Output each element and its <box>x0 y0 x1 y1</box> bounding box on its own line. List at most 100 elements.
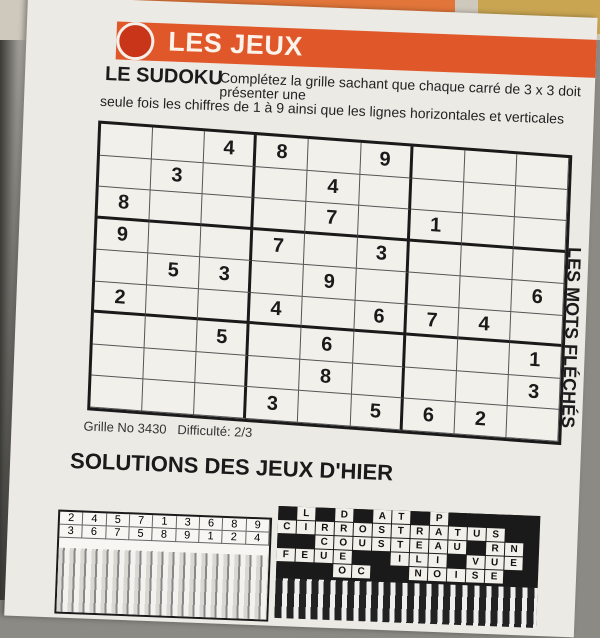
sudoku-cell: 6 <box>353 300 408 336</box>
sudoku-cell <box>513 217 567 253</box>
sudoku-cell <box>301 296 356 332</box>
sudoku-cell: 9 <box>96 218 150 254</box>
solution-crossword-cell: P <box>429 511 449 526</box>
sudoku-cell <box>411 146 466 182</box>
sudoku-cell <box>463 150 518 186</box>
solution-crossword-cell: S <box>486 528 505 542</box>
solution-crossword-cell: O <box>332 564 352 578</box>
solution-sudoku-cell: 5 <box>129 527 153 542</box>
sudoku-cell <box>460 245 514 281</box>
sudoku-cell <box>200 225 254 262</box>
sudoku-cell <box>197 289 252 325</box>
sudoku-cell <box>462 181 516 218</box>
sudoku-title: LE SUDOKU <box>104 63 224 90</box>
sudoku-cell: 7 <box>305 202 359 238</box>
sudoku-cell: 1 <box>508 343 562 379</box>
sudoku-cell: 5 <box>350 395 404 431</box>
sudoku-cell <box>357 205 411 242</box>
solution-crossword-cell: I <box>390 552 409 567</box>
solution-crossword-cell: N <box>408 567 428 581</box>
sudoku-cell <box>95 249 149 286</box>
sudoku-cell <box>151 127 206 163</box>
sudoku-cell <box>515 154 570 190</box>
sudoku-cell <box>355 268 409 305</box>
sudoku-cell <box>407 272 461 309</box>
sudoku-cell <box>253 198 307 234</box>
solution-crossword-cell: R <box>410 525 429 539</box>
sudoku-cell <box>358 174 412 210</box>
sudoku-cell <box>408 241 462 277</box>
solution-crossword-cell: U <box>447 540 467 555</box>
solution-crossword-cell <box>505 514 525 529</box>
solution-crossword-cell: O <box>427 567 447 582</box>
sudoku-cell <box>99 123 154 160</box>
sudoku-cell <box>455 371 509 407</box>
solution-crossword-cell: O <box>333 536 353 550</box>
sudoku-cell: 3 <box>199 257 253 293</box>
solution-crossword-cell <box>503 570 523 585</box>
solution-sudoku-cell: 2 <box>59 511 84 526</box>
grid-difficulty: Difficulté: 2/3 <box>177 422 253 440</box>
solution-crossword-cell <box>352 550 371 565</box>
solution-crossword-cell <box>275 561 295 576</box>
solution-crossword-cell <box>371 551 390 566</box>
sudoku-cell: 5 <box>196 320 250 356</box>
solution-crossword-cell <box>277 533 296 548</box>
solution-crossword-cell: S <box>465 569 485 583</box>
solution-crossword-cell: E <box>504 556 523 571</box>
sudoku-cell <box>145 285 200 321</box>
sudoku-cell: 8 <box>97 186 151 223</box>
sudoku-cell <box>404 335 458 372</box>
sudoku-cell <box>201 194 255 230</box>
sudoku-cell: 8 <box>255 135 310 171</box>
sudoku-cell <box>148 222 202 258</box>
solution-sudoku-cell: 7 <box>129 514 154 529</box>
sudoku-cell: 4 <box>249 292 304 329</box>
solution-crossword-cell: T <box>392 510 411 525</box>
sudoku-cell <box>403 367 457 403</box>
solution-crossword-cell <box>447 554 466 569</box>
sudoku-cell <box>98 155 152 191</box>
solution-crossword-cell: E <box>484 569 504 584</box>
sudoku-cell <box>461 213 515 249</box>
sudoku-cell: 4 <box>306 170 360 206</box>
sudoku-cell <box>410 178 464 214</box>
solution-crossword-cell: L <box>409 553 428 567</box>
sudoku-cell: 3 <box>507 374 561 411</box>
solution-crossword-cell: I <box>428 553 447 568</box>
solution-sudoku-cell: 4 <box>245 531 270 546</box>
sudoku-cell <box>91 344 145 380</box>
solution-sudoku-cell: 8 <box>222 517 247 532</box>
solution-crossword-cell: D <box>335 508 354 522</box>
sudoku-cell <box>304 233 358 269</box>
sudoku-cell <box>456 339 510 375</box>
sudoku-cell <box>142 379 196 416</box>
sudoku-cell: 3 <box>246 387 300 423</box>
banner-title: LES JEUX <box>167 26 304 62</box>
solution-sudoku-cell: 9 <box>246 518 271 533</box>
sudoku-cell: 4 <box>203 131 258 167</box>
sudoku-cell: 9 <box>359 142 414 179</box>
solution-sudoku-blur <box>56 547 269 620</box>
solution-crossword-cell: I <box>296 520 316 535</box>
solution-crossword-cell <box>505 528 524 543</box>
solution-crossword-cell: A <box>429 525 448 540</box>
solutions-title: SOLUTIONS DES JEUX D'HIER <box>69 447 394 486</box>
sudoku-cell: 8 <box>299 359 353 396</box>
solution-sudoku-cell: 6 <box>82 525 107 540</box>
sudoku-cell <box>194 383 248 419</box>
solution-crossword-cell: E <box>295 548 314 563</box>
solution-crossword-cell: T <box>448 526 467 541</box>
newspaper-page: LES JEUX LE SUDOKU Complétez la grille s… <box>4 0 598 638</box>
solution-crossword-cell <box>389 566 409 581</box>
solution-crossword-cell <box>294 562 314 577</box>
solution-crossword-cell <box>316 507 335 522</box>
solution-sudoku-rows: 245713689367589124 <box>59 511 271 546</box>
sudoku-cell: 1 <box>409 209 463 246</box>
solution-crossword-cell: T <box>391 524 410 539</box>
sudoku-cell: 6 <box>402 398 456 435</box>
solution-crossword-cell <box>411 511 430 525</box>
solution-sudoku-cell: 6 <box>199 516 224 531</box>
solution-crossword-cell <box>466 541 486 555</box>
solution-crossword-cell: U <box>467 527 486 541</box>
